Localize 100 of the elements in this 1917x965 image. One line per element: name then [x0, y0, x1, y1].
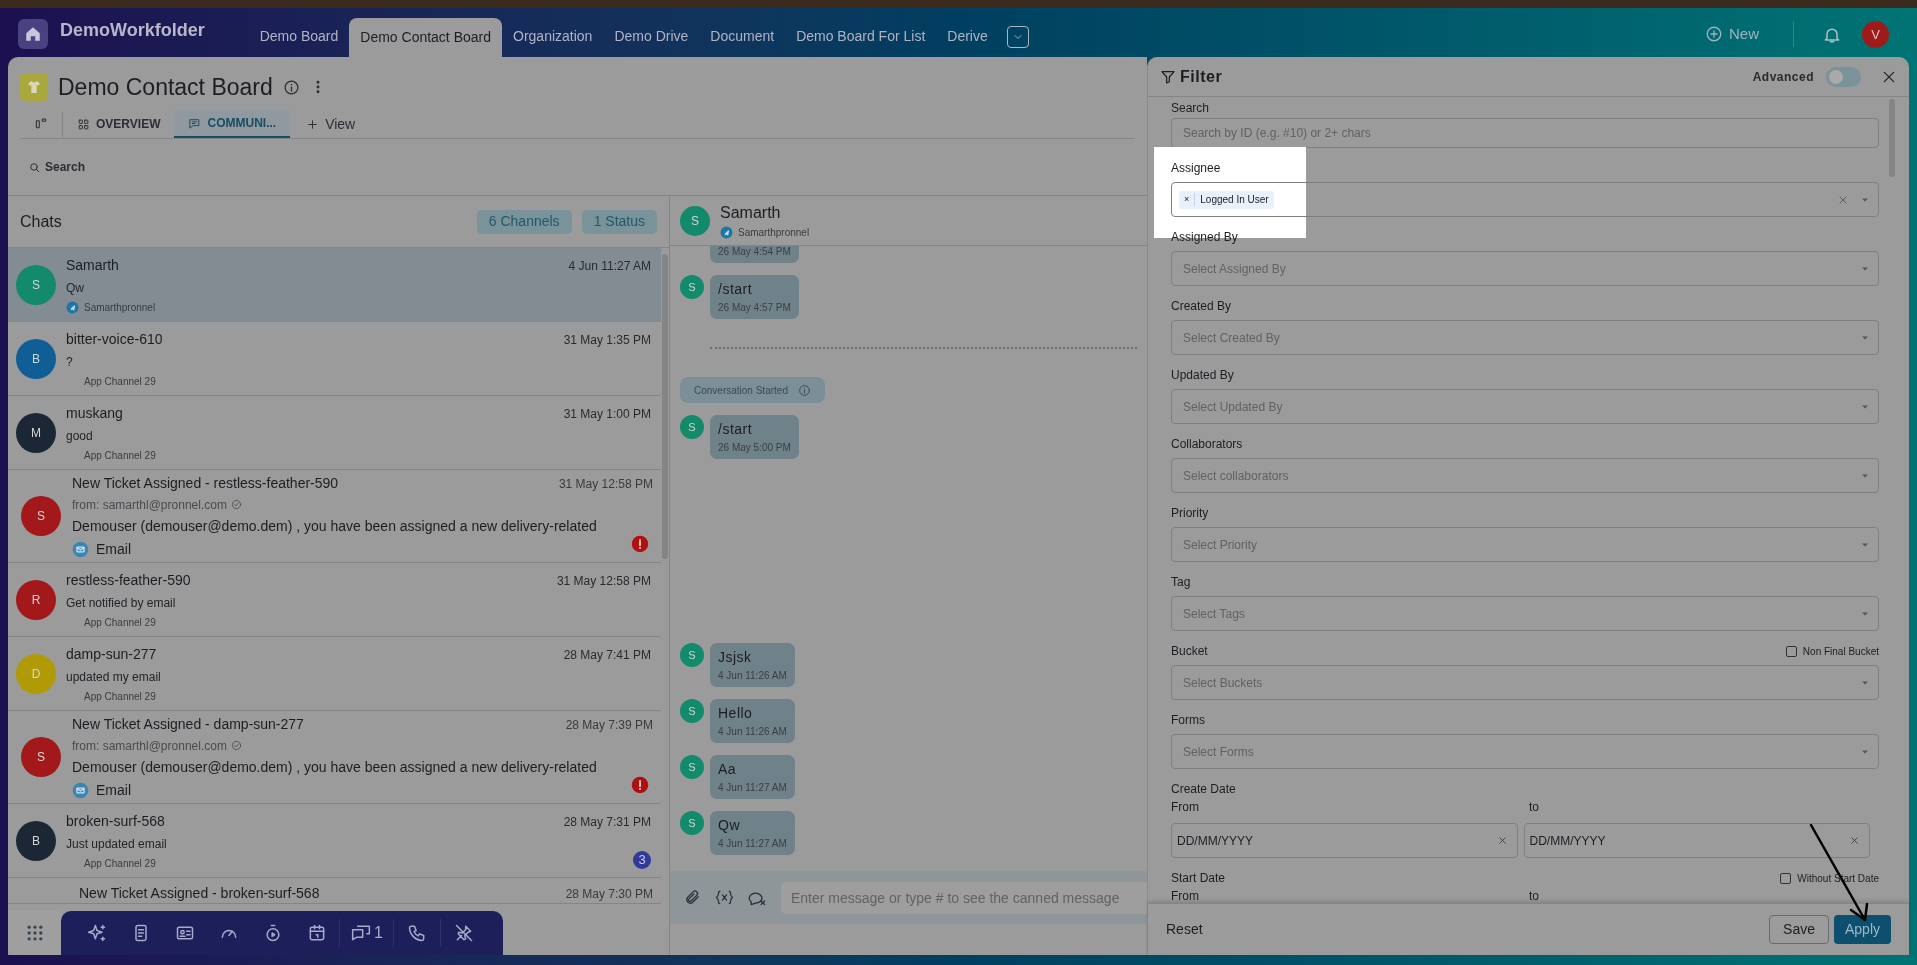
info-icon[interactable] [282, 78, 300, 96]
clear-icon[interactable] [1496, 835, 1508, 846]
field-label: Create Date [1171, 781, 1236, 798]
board-title: Demo Contact Board [58, 72, 273, 102]
date-field[interactable]: DD/MM/YYYY [1523, 823, 1870, 858]
field-label: From [1171, 799, 1200, 816]
chat-preview: ? [66, 354, 74, 371]
chat-item[interactable]: S Samarth 4 Jun 11:27 AM Qw Samarthpronnel [8, 248, 661, 322]
chat-item[interactable]: S New Ticket Assigned - restless-feather-590 31 May 12:58 PM from: samarthl@pronnel.com Demouser (demouser@demo.dem) , you have been assigned a new delivery-related Email [8, 470, 661, 563]
nav-tab[interactable]: Derive [936, 18, 999, 57]
email-sender: from: samarthl@pronnel.com [72, 737, 227, 755]
view-tab[interactable]: COMMUNI... [174, 110, 291, 138]
chats-toolbar-button[interactable]: 1 [340, 911, 393, 955]
chat-item[interactable]: R restless-feather-590 31 May 12:58 PM Get notified by email App Channel 29 [8, 563, 661, 637]
chat-item[interactable]: B broken-surf-568 28 May 7:31 PM Just updated email App Channel 29 3 [8, 804, 661, 878]
chat-time: 28 May 7:41 PM [563, 647, 651, 664]
field-label: Assignee [1171, 160, 1221, 177]
avatar: S [680, 643, 704, 667]
chat-item[interactable]: S New Ticket Assigned - damp-sun-277 28 May 7:39 PM from: samarthl@pronnel.com Demouser (demouser@demo.dem) , you have been assigned a new delivery-related Email [8, 711, 661, 804]
message-time: 4 Jun 11:27 AM [718, 837, 787, 851]
chat-name: bitter-voice-610 [66, 330, 163, 349]
chat-name: Samarth [66, 256, 119, 275]
scrollbar[interactable] [662, 254, 668, 559]
placeholder-text: Select collaborators [1182, 467, 1290, 485]
message-time: 4 Jun 11:27 AM [718, 781, 787, 795]
chat-preview: Just updated email [66, 836, 168, 853]
chat-item[interactable]: D damp-sun-277 28 May 7:41 PM updated my email App Channel 29 [8, 637, 661, 711]
save-button[interactable]: Save [1769, 915, 1829, 944]
nav-tab[interactable]: Demo Board [248, 18, 350, 57]
field-label: to [1529, 799, 1540, 816]
view-toggle-icon[interactable] [34, 116, 48, 130]
nav-tab[interactable]: Document [699, 18, 786, 57]
plus-circle-icon [1705, 24, 1723, 43]
message-input[interactable]: Enter message or type # to see the canned message [781, 881, 1147, 914]
search-button[interactable]: Search [28, 158, 86, 176]
add-view-button[interactable]: View [290, 110, 372, 138]
nav-tab[interactable]: Demo Drive [603, 18, 700, 57]
reset-button[interactable]: Reset [1166, 919, 1765, 940]
chat-time: 31 May 12:58 PM [556, 573, 651, 590]
field-label: Collaborators [1171, 436, 1243, 453]
avatar: S [21, 737, 61, 777]
avatar: S [16, 264, 56, 305]
email-subject: New Ticket Assigned - damp-sun-277 [72, 714, 304, 734]
nav-tab[interactable]: Demo Contact Board [349, 18, 502, 57]
id-card-icon [175, 923, 195, 943]
field-label: Tag [1171, 574, 1191, 591]
home-icon [24, 25, 42, 43]
pin-off-icon [453, 923, 474, 943]
placeholder-text: DD/MM/YYYY [1529, 832, 1607, 850]
clear-icon[interactable] [1849, 835, 1860, 846]
view-tab[interactable]: OVERVIEW [63, 110, 175, 138]
message-text: Jsjsk [718, 648, 753, 667]
home-button[interactable] [18, 19, 48, 49]
unread-count: 3 [633, 851, 651, 869]
field-label: Created By [1171, 298, 1232, 315]
list-title: Chats [20, 211, 63, 232]
event-text: Conversation Started [694, 383, 788, 398]
channel-name: Email [96, 539, 131, 559]
chat-icon [188, 116, 202, 130]
nav-tab[interactable]: Demo Board For List [785, 18, 937, 57]
plus-icon [306, 117, 320, 131]
apply-button[interactable]: Apply [1833, 915, 1891, 944]
channel-name: App Channel 29 [84, 615, 156, 630]
chats-icon [350, 923, 372, 943]
date-field[interactable]: DD/MM/YYYY [1171, 823, 1518, 858]
avatar: D [16, 653, 56, 694]
select-field[interactable]: × Logged In User [1171, 182, 1879, 217]
chat-time: 31 May 1:00 PM [563, 406, 651, 423]
avatar: S [680, 415, 704, 439]
nav-tab[interactable]: Organization [502, 18, 604, 57]
variables-icon[interactable] [715, 889, 734, 906]
chat-item[interactable]: B bitter-voice-610 31 May 1:35 PM ? App Channel 29 [8, 322, 661, 396]
user-avatar[interactable]: V [1862, 21, 1889, 48]
chat-item[interactable]: New Ticket Assigned - broken-surf-568 28 May 7:30 PM [8, 878, 661, 904]
message-text: Aa [718, 760, 738, 779]
advanced-toggle[interactable] [1826, 66, 1861, 87]
placeholder-text: Select Buckets [1182, 674, 1264, 692]
message-text: Hello [718, 704, 754, 723]
filter-icon [1160, 68, 1176, 85]
email-subject: New Ticket Assigned - restless-feather-590 [72, 473, 339, 493]
sparkles-icon [87, 923, 107, 943]
avatar: S [680, 205, 710, 236]
more-tabs-button[interactable] [1006, 26, 1029, 48]
paperclip-icon[interactable] [684, 889, 701, 906]
search-field[interactable]: Search by ID (e.g. #10) or 2+ chars [1171, 118, 1879, 148]
option-checkbox[interactable]: Non Final Bucket [1785, 643, 1879, 659]
field-label: From [1171, 888, 1200, 903]
channel-name: App Channel 29 [84, 856, 156, 871]
mail-icon [72, 781, 89, 799]
placeholder-text: Select Forms [1182, 743, 1255, 761]
phone-icon [406, 923, 427, 943]
chat-preview: Qw [66, 280, 85, 297]
chat-item[interactable]: M muskang 31 May 1:00 PM good App Channel 29 [8, 396, 661, 470]
field-label: Forms [1171, 712, 1205, 729]
field-label: Assigned By [1171, 229, 1238, 246]
field-label: Search [1171, 100, 1210, 117]
contact-handle: Samarthpronnel [738, 226, 810, 240]
avatar: S [21, 496, 61, 536]
remove-tag-button[interactable]: × [1179, 192, 1196, 207]
channel-name: App Channel 29 [84, 689, 156, 704]
